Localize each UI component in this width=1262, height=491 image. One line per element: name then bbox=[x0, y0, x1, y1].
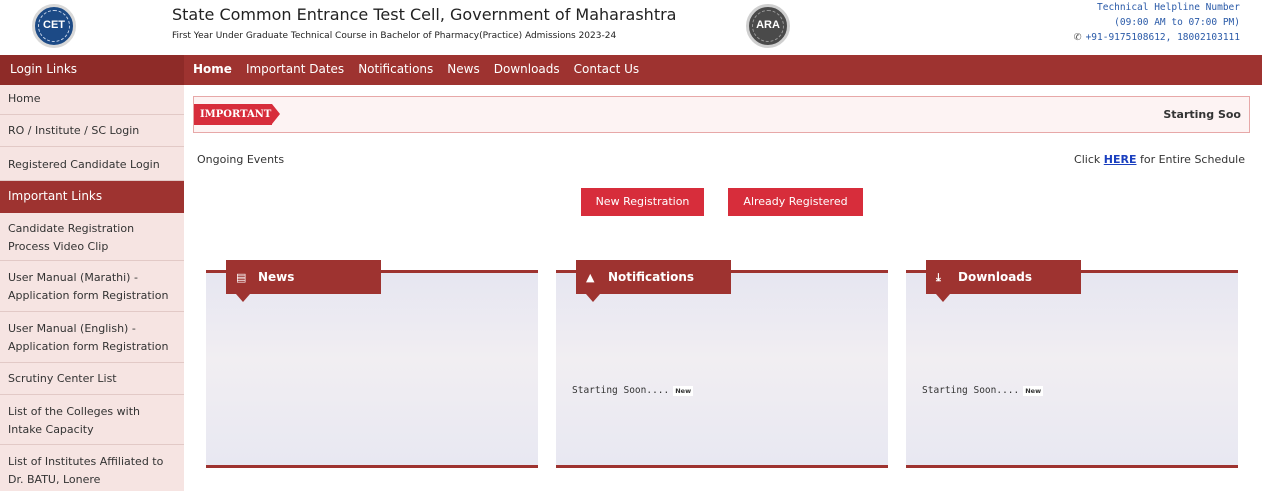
page-subtitle: First Year Under Graduate Technical Cour… bbox=[172, 31, 617, 41]
nav-contact-us[interactable]: Contact Us bbox=[567, 55, 647, 85]
notifications-panel-header: ▲ Notifications bbox=[576, 260, 731, 302]
important-links-title: Important Links bbox=[0, 181, 184, 220]
schedule-line: Click HERE for Entire Schedule bbox=[1074, 153, 1245, 166]
new-badge: New bbox=[1023, 385, 1044, 396]
ara-logo-text: ARA bbox=[756, 19, 780, 31]
sidebar-item-colleges-intake[interactable]: List of the Colleges with Intake Capacit… bbox=[0, 395, 184, 445]
sidebar-item-home[interactable]: Home bbox=[0, 85, 184, 115]
page-title: State Common Entrance Test Cell, Governm… bbox=[172, 5, 677, 24]
news-panel-header: ▤ News bbox=[226, 260, 381, 302]
nav-home[interactable]: Home bbox=[186, 55, 239, 85]
already-registered-button[interactable]: Already Registered bbox=[728, 188, 863, 216]
sidebar-item-manual-marathi[interactable]: User Manual (Marathi) - Application form… bbox=[0, 261, 184, 312]
phone-icon: ✆ bbox=[1073, 32, 1082, 43]
sidebar-item-batu-institutes[interactable]: List of Institutes Affiliated to Dr. BAT… bbox=[0, 445, 184, 491]
login-links-title: Login Links bbox=[0, 55, 184, 85]
nav-notifications[interactable]: Notifications bbox=[351, 55, 440, 85]
nav-news[interactable]: News bbox=[440, 55, 486, 85]
notifications-item[interactable]: Starting Soon.... New bbox=[572, 385, 694, 396]
nav-important-dates[interactable]: Important Dates bbox=[239, 55, 351, 85]
important-badge: IMPORTANT bbox=[194, 104, 280, 125]
new-badge: New bbox=[673, 385, 694, 396]
helpline-numbers-row: ✆ +91-9175108612, 18002103111 bbox=[1074, 30, 1240, 45]
nav-downloads[interactable]: Downloads bbox=[487, 55, 567, 85]
downloads-item[interactable]: Starting Soon.... New bbox=[922, 385, 1044, 396]
sidebar-item-candidate-login[interactable]: Registered Candidate Login bbox=[0, 147, 184, 181]
important-ticker: IMPORTANT Starting Soo bbox=[193, 96, 1250, 133]
downloads-panel: ⤓ Downloads Starting Soon.... New bbox=[906, 260, 1238, 468]
helpline-numbers: +91-9175108612, 18002103111 bbox=[1085, 32, 1240, 43]
sidebar-item-ro-login[interactable]: RO / Institute / SC Login bbox=[0, 115, 184, 147]
helpline-hours: (09:00 AM to 07:00 PM) bbox=[1114, 17, 1240, 28]
cet-logo-text: CET bbox=[43, 19, 65, 31]
newspaper-icon: ▤ bbox=[236, 271, 247, 284]
ara-logo: ARA bbox=[746, 4, 790, 48]
nav-menu: Home Important Dates Notifications News … bbox=[186, 55, 646, 85]
sidebar-item-manual-english[interactable]: User Manual (English) - Application form… bbox=[0, 312, 184, 363]
cet-logo: CET bbox=[32, 4, 76, 48]
schedule-link[interactable]: HERE bbox=[1104, 153, 1137, 166]
download-icon: ⤓ bbox=[936, 271, 941, 284]
ongoing-events-label: Ongoing Events bbox=[197, 153, 285, 166]
helpline-block: Technical Helpline Number (09:00 AM to 0… bbox=[1074, 0, 1240, 45]
bell-icon: ▲ bbox=[586, 271, 595, 284]
schedule-prefix: Click bbox=[1074, 153, 1101, 166]
sidebar-item-scrutiny-centers[interactable]: Scrutiny Center List bbox=[0, 363, 184, 395]
sidebar: Home RO / Institute / SC Login Registere… bbox=[0, 85, 184, 491]
schedule-suffix: for Entire Schedule bbox=[1139, 153, 1245, 166]
downloads-panel-header: ⤓ Downloads bbox=[926, 260, 1081, 302]
notifications-panel: ▲ Notifications Starting Soon.... New bbox=[556, 260, 888, 468]
helpline-label: Technical Helpline Number bbox=[1097, 2, 1240, 13]
ticker-text[interactable]: Starting Soo bbox=[1163, 108, 1241, 121]
sidebar-item-video-clip[interactable]: Candidate Registration Process Video Cli… bbox=[0, 213, 184, 261]
site-header: CET State Common Entrance Test Cell, Gov… bbox=[0, 0, 1262, 53]
news-panel: ▤ News bbox=[206, 260, 538, 468]
top-navbar: Login Links Home Important Dates Notific… bbox=[0, 55, 1262, 85]
new-registration-button[interactable]: New Registration bbox=[581, 188, 704, 216]
